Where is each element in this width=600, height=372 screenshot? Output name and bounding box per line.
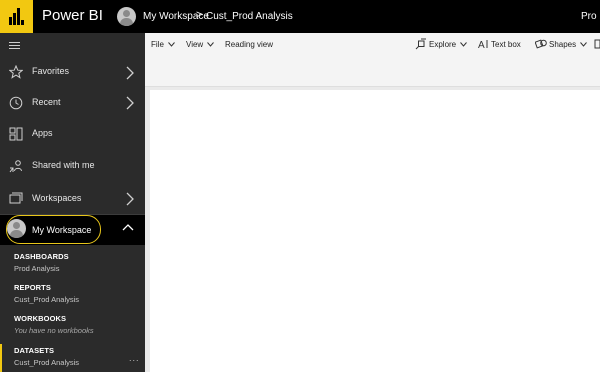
more-options-icon[interactable]: ... bbox=[129, 353, 140, 363]
section-title-workbooks: WORKBOOKS bbox=[14, 314, 67, 323]
workspaces-icon bbox=[9, 192, 23, 204]
sidebar-item-label: Favorites bbox=[32, 66, 70, 76]
chevron-right-icon[interactable] bbox=[125, 192, 135, 206]
file-menu[interactable]: File bbox=[151, 40, 176, 49]
sidebar-item-label: Workspaces bbox=[32, 193, 82, 203]
chevron-right-icon[interactable] bbox=[125, 66, 135, 80]
chevron-down-icon bbox=[580, 42, 588, 47]
star-icon bbox=[9, 65, 23, 79]
report-item-cust-prod-analysis[interactable]: Cust_Prod Analysis bbox=[14, 295, 79, 304]
view-menu[interactable]: View bbox=[186, 40, 215, 49]
dataset-item-cust-prod-analysis[interactable]: Cust_Prod Analysis bbox=[14, 358, 79, 367]
text-box-icon: A bbox=[478, 40, 488, 50]
sidebar-item-recent[interactable]: Recent bbox=[0, 88, 145, 118]
sidebar-item-favorites[interactable]: Favorites bbox=[0, 57, 145, 87]
chevron-right-icon[interactable] bbox=[125, 96, 135, 110]
chevron-down-icon bbox=[207, 42, 215, 47]
chevron-down-icon bbox=[460, 42, 468, 47]
sidebar: Favorites Recent Apps Shared with me Wor… bbox=[0, 33, 145, 372]
selection-accent bbox=[0, 344, 2, 372]
power-bi-logo-icon[interactable] bbox=[0, 0, 33, 33]
avatar[interactable] bbox=[117, 7, 136, 26]
sidebar-item-workspaces[interactable]: Workspaces bbox=[0, 184, 145, 214]
text-box-button[interactable]: Text box bbox=[491, 40, 521, 49]
shapes-menu-label: Shapes bbox=[549, 40, 577, 49]
report-area: File View Reading view Explore A Text bo… bbox=[145, 33, 600, 372]
chevron-down-icon bbox=[168, 42, 176, 47]
report-subbar bbox=[145, 57, 600, 87]
section-title-reports: REPORTS bbox=[14, 283, 51, 292]
section-title-datasets: DATASETS bbox=[14, 346, 55, 355]
highlight-ring bbox=[6, 215, 101, 244]
app-title: Power BI bbox=[42, 7, 103, 24]
explore-menu[interactable]: Explore bbox=[429, 40, 468, 49]
svg-text:A: A bbox=[478, 40, 485, 50]
reading-view-button[interactable]: Reading view bbox=[225, 40, 273, 49]
sidebar-item-label: Apps bbox=[32, 128, 53, 138]
sidebar-item-my-workspace[interactable]: My Workspace bbox=[0, 215, 145, 245]
dashboard-item-prod-analysis[interactable]: Prod Analysis bbox=[14, 264, 59, 273]
explore-menu-label: Explore bbox=[429, 40, 457, 49]
hamburger-icon[interactable] bbox=[9, 42, 20, 50]
pro-label: Pro bbox=[581, 11, 597, 22]
sidebar-item-apps[interactable]: Apps bbox=[0, 119, 145, 149]
file-menu-label: File bbox=[151, 40, 164, 49]
breadcrumb-report[interactable]: Cust_Prod Analysis bbox=[206, 11, 293, 22]
more-toolbar-icon[interactable] bbox=[594, 38, 600, 50]
shared-icon bbox=[9, 160, 22, 173]
workbooks-empty-message: You have no workbooks bbox=[14, 326, 94, 335]
top-bar: Power BI My Workspace > Cust_Prod Analys… bbox=[0, 0, 600, 33]
view-menu-label: View bbox=[186, 40, 204, 49]
report-canvas[interactable] bbox=[150, 90, 600, 372]
apps-icon bbox=[9, 127, 23, 141]
shapes-icon bbox=[535, 39, 547, 49]
toolbar: File View Reading view Explore A Text bo… bbox=[145, 33, 600, 57]
explore-icon bbox=[415, 38, 426, 50]
sidebar-item-shared[interactable]: Shared with me bbox=[0, 151, 145, 181]
sidebar-item-label: Recent bbox=[32, 97, 61, 107]
breadcrumb-separator: > bbox=[196, 9, 203, 21]
section-title-dashboards: DASHBOARDS bbox=[14, 252, 69, 261]
clock-icon bbox=[9, 96, 23, 110]
sidebar-item-label: Shared with me bbox=[32, 160, 95, 170]
shapes-menu[interactable]: Shapes bbox=[549, 40, 588, 49]
chevron-up-icon[interactable] bbox=[122, 223, 134, 231]
